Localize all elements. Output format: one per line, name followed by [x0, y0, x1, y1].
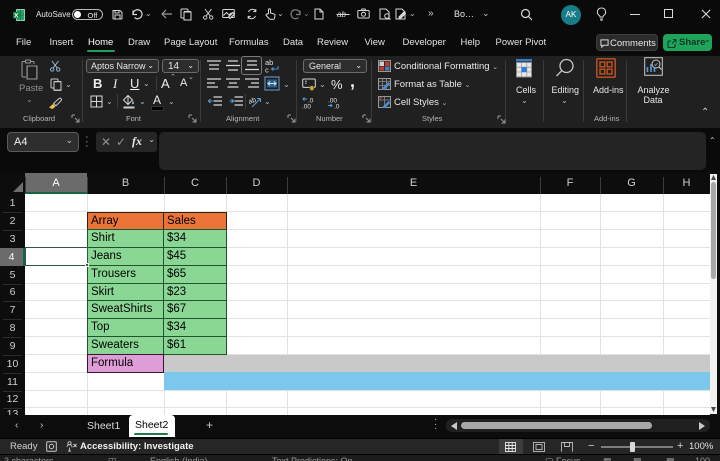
svg-text:.00: .00 — [302, 104, 311, 110]
svg-text:ab: ab — [249, 97, 257, 106]
svg-text:.0: .0 — [334, 104, 340, 110]
svg-text:X: X — [14, 12, 19, 19]
svg-text:c: c — [265, 66, 269, 74]
